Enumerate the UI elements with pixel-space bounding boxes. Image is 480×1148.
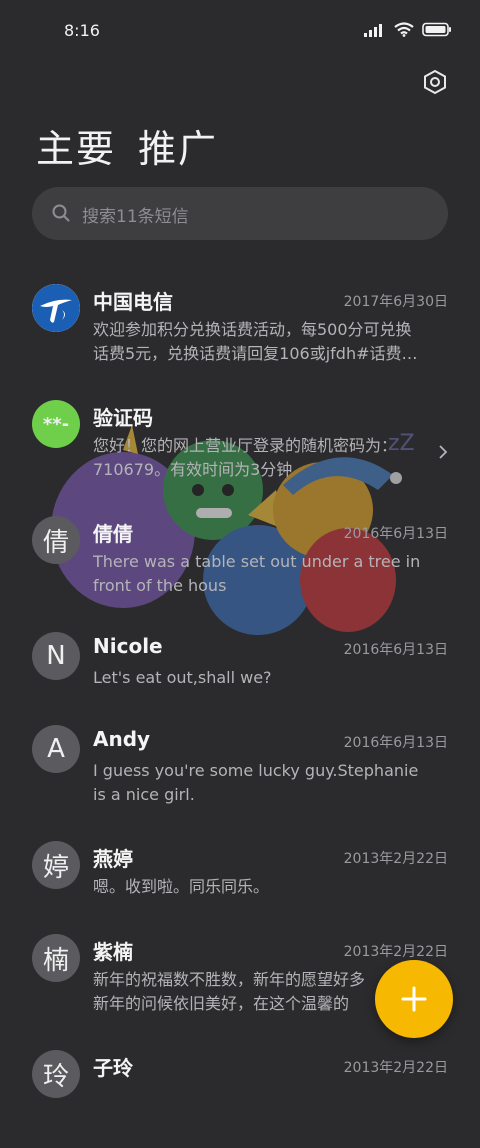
message-date: 2016年6月13日 (343, 735, 448, 751)
contact-name: 验证码 (93, 406, 153, 430)
plus-icon (401, 986, 427, 1012)
search-bar[interactable]: 搜索11条短信 (32, 187, 448, 240)
message-preview: 欢迎参加积分兑换话费活动，每500分可兑换 话费5元，兑换话费请回复106或jf… (93, 318, 448, 366)
list-item[interactable]: 中国电信 2017年6月30日 欢迎参加积分兑换话费活动，每500分可兑换 话费… (0, 266, 480, 382)
header-tabs: 主要 推广 (36, 118, 218, 173)
preview-line: 710679。有效时间为3分钟 (93, 460, 293, 479)
message-preview: There was a table set out under a tree i… (93, 550, 448, 598)
settings-hexagon-icon (424, 69, 446, 95)
preview-line: There was a table set out under a tree i… (93, 552, 421, 571)
message-date: 2013年2月22日 (343, 1060, 448, 1076)
contact-name: Nicole (93, 634, 163, 658)
contact-name: 子玲 (93, 1056, 133, 1080)
preview-line: 话费5元，兑换话费请回复106或jfdh#话费… (93, 344, 418, 363)
wifi-icon (394, 22, 414, 37)
message-preview: I guess you're some lucky guy.Stephanie … (93, 759, 448, 807)
avatar-initial: N (46, 641, 66, 671)
avatar: A (32, 725, 80, 773)
avatar-initial: 倩 (42, 527, 69, 558)
status-icons (364, 22, 452, 37)
message-preview: Let's eat out,shall we? (93, 666, 448, 690)
signal-icon (364, 23, 382, 37)
avatar: **- (32, 400, 80, 448)
contact-name: 倩倩 (93, 522, 133, 546)
contact-name: Andy (93, 727, 151, 751)
avatar: 婷 (32, 841, 80, 889)
status-bar: 8:16 (0, 0, 480, 62)
battery-icon (422, 22, 451, 37)
list-item[interactable]: 婷 燕婷 2013年2月22日 嗯。收到啦。同乐同乐。 (0, 823, 480, 916)
avatar: 倩 (32, 516, 80, 564)
avatar-initial: **- (42, 413, 70, 435)
preview-line: 您好！您的网上营业厅登录的随机密码为： (93, 436, 398, 455)
list-item[interactable]: A Andy 2016年6月13日 I guess you're some lu… (0, 707, 480, 823)
search-input[interactable]: 搜索11条短信 (82, 202, 189, 227)
avatar (32, 284, 80, 332)
preview-line: 欢迎参加积分兑换话费活动，每500分可兑换 (93, 320, 412, 339)
list-item[interactable]: N Nicole 2016年6月13日 Let's eat out,shall … (0, 614, 480, 707)
message-preview: 您好！您的网上营业厅登录的随机密码为： 710679。有效时间为3分钟 (93, 434, 428, 482)
chevron-right-icon[interactable] (438, 444, 448, 460)
list-item[interactable]: 倩 倩倩 2016年6月13日 There was a table set ou… (0, 498, 480, 614)
search-icon (52, 204, 70, 222)
tab-promotions[interactable]: 推广 (138, 118, 218, 173)
message-preview: 嗯。收到啦。同乐同乐。 (93, 875, 448, 899)
contact-name: 中国电信 (93, 290, 173, 314)
preview-line: front of the hous (93, 576, 227, 595)
avatar-initial: 玲 (42, 1061, 69, 1092)
message-date: 2016年6月13日 (343, 526, 448, 542)
list-item[interactable]: **- 验证码 您好！您的网上营业厅登录的随机密码为： 710679。有效时间为… (0, 382, 480, 498)
tab-primary[interactable]: 主要 (36, 118, 116, 173)
preview-line: Let's eat out,shall we? (93, 668, 272, 687)
settings-button[interactable] (422, 69, 448, 95)
contact-name: 燕婷 (93, 847, 133, 871)
status-time: 8:16 (64, 21, 100, 40)
list-item[interactable]: 玲 子玲 2013年2月22日 (0, 1032, 480, 1148)
message-date: 2013年2月22日 (343, 944, 448, 960)
preview-line: is a nice girl. (93, 785, 195, 804)
avatar: N (32, 632, 80, 680)
avatar-initial: 婷 (42, 852, 69, 883)
avatar: 玲 (32, 1050, 80, 1098)
china-telecom-logo-icon (32, 284, 80, 332)
contact-name: 紫楠 (93, 940, 133, 964)
message-date: 2013年2月22日 (343, 851, 448, 867)
message-date: 2016年6月13日 (343, 642, 448, 658)
avatar-initial: A (47, 734, 65, 764)
preview-line: I guess you're some lucky guy.Stephanie (93, 761, 419, 780)
preview-line: 嗯。收到啦。同乐同乐。 (93, 877, 270, 896)
message-date: 2017年6月30日 (343, 294, 448, 310)
avatar-initial: 楠 (42, 945, 69, 976)
avatar: 楠 (32, 934, 80, 982)
compose-button[interactable] (375, 960, 453, 1038)
